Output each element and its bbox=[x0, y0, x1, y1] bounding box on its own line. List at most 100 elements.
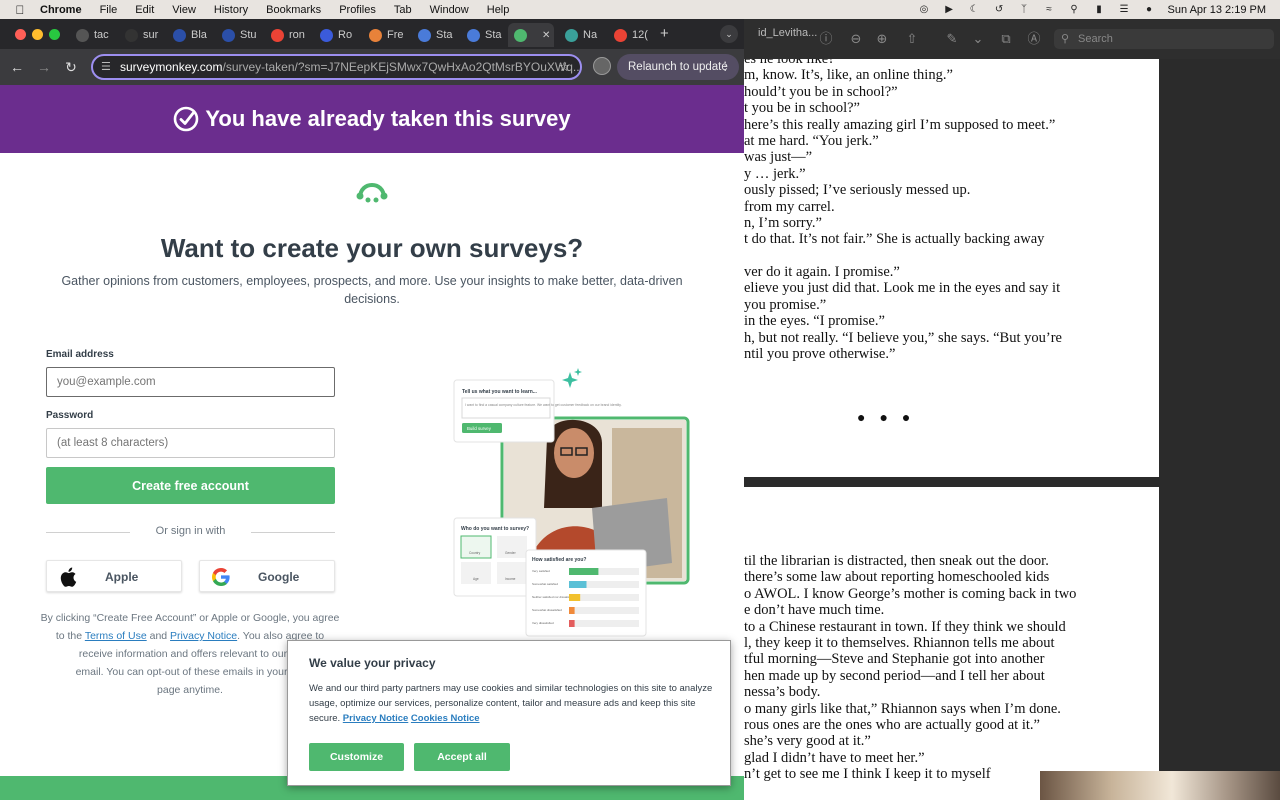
browser-tab[interactable]: Ro bbox=[314, 23, 360, 47]
terms-of-use-link[interactable]: Terms of Use bbox=[85, 630, 147, 642]
minimize-window-button[interactable] bbox=[32, 29, 43, 40]
browser-tab[interactable]: Bla bbox=[167, 23, 213, 47]
satisfaction-bar bbox=[569, 594, 581, 601]
rotate-icon[interactable]: ⧉ bbox=[998, 31, 1014, 47]
tab-favicon-icon bbox=[467, 28, 480, 42]
cookie-cookies-link[interactable]: Cookies Notice bbox=[411, 713, 480, 724]
browser-tab[interactable]: ron bbox=[265, 23, 311, 47]
tab-favicon-icon bbox=[125, 28, 138, 42]
page2-line: l, they keep it to themselves. Rhiannon … bbox=[744, 634, 1055, 651]
back-button[interactable]: ← bbox=[8, 58, 26, 76]
tab-favicon-icon bbox=[614, 28, 627, 42]
share-icon[interactable]: ⇧ bbox=[904, 31, 920, 47]
play-icon[interactable]: ▶ bbox=[943, 4, 956, 15]
menu-profiles[interactable]: Profiles bbox=[339, 4, 376, 16]
google-sign-in-button[interactable]: Google bbox=[199, 560, 335, 592]
battery-icon[interactable]: ▮ bbox=[1093, 4, 1106, 15]
menu-view[interactable]: View bbox=[172, 4, 196, 16]
tab-search-button[interactable]: ⌄ bbox=[720, 25, 738, 43]
page2-line: she’s very good at it.” bbox=[744, 733, 871, 750]
satisfaction-bar bbox=[569, 607, 575, 614]
close-tab-icon[interactable]: ✕ bbox=[542, 30, 550, 41]
zoom-in-icon[interactable]: ⊕ bbox=[874, 31, 890, 47]
chevron-down-icon[interactable]: ⌄ bbox=[970, 31, 986, 47]
siri-icon[interactable]: ● bbox=[1143, 4, 1156, 15]
page1-line: t you be in school?” bbox=[744, 100, 860, 117]
page1-line: ver do it again. I promise.” bbox=[744, 264, 900, 281]
page1-line: elieve you just did that. Look me in the… bbox=[744, 280, 1061, 297]
zoom-window-button[interactable] bbox=[49, 29, 60, 40]
tab-label: Stu bbox=[240, 29, 257, 41]
menu-app-name[interactable]: Chrome bbox=[40, 4, 82, 16]
browser-tab[interactable]: ✕ bbox=[508, 23, 554, 47]
cookie-privacy-link[interactable]: Privacy Notice bbox=[343, 713, 408, 724]
tab-favicon-icon bbox=[222, 28, 235, 42]
page2-line: nessa’s body. bbox=[744, 684, 821, 701]
tab-favicon-icon bbox=[565, 28, 578, 42]
page2-line: rous ones are the ones who are actually … bbox=[744, 716, 1040, 733]
markup-pen-icon[interactable]: ✎ bbox=[944, 31, 960, 47]
page-content: You have already taken this survey Want … bbox=[0, 85, 744, 800]
menubar-clock[interactable]: Sun Apr 13 2:19 PM bbox=[1168, 4, 1266, 16]
customize-button[interactable]: Customize bbox=[309, 743, 404, 771]
info-icon[interactable]: ⓘ bbox=[818, 31, 834, 47]
address-bar[interactable]: ☰ surveymonkey.com/survey-taken/?sm=J7NE… bbox=[91, 54, 582, 80]
reload-button[interactable]: ↻ bbox=[62, 58, 80, 76]
or-sign-in-divider: Or sign in with bbox=[46, 525, 335, 537]
page2-line: hen made up by second period—and I tell … bbox=[744, 667, 1045, 684]
browser-tab[interactable]: Fre bbox=[363, 23, 409, 47]
page2-line: there’s some law about reporting homesch… bbox=[744, 569, 1050, 586]
relaunch-to-update-button[interactable]: Relaunch to update ⋮ bbox=[617, 54, 739, 80]
reader-search-field[interactable]: ⚲ Search bbox=[1054, 29, 1274, 49]
bluetooth-icon[interactable]: ᛉ bbox=[1018, 4, 1031, 15]
divider-line-left bbox=[46, 532, 130, 533]
new-tab-button[interactable]: + bbox=[660, 25, 669, 42]
email-field[interactable] bbox=[46, 367, 335, 397]
tab-favicon-icon bbox=[76, 28, 89, 42]
profile-avatar[interactable] bbox=[593, 57, 611, 75]
airdrop-icon[interactable]: ◎ bbox=[918, 4, 931, 15]
tell-us-text: I want to find a casual company culture … bbox=[465, 403, 622, 407]
site-info-icon[interactable]: ☰ bbox=[101, 56, 111, 78]
privacy-notice-link[interactable]: Privacy Notice bbox=[170, 630, 237, 642]
page2-line: til the librarian is distracted, then sn… bbox=[744, 553, 1049, 569]
page1-line: at me hard. “You jerk.” bbox=[744, 132, 879, 149]
control-center-icon[interactable]: ☰ bbox=[1118, 4, 1131, 15]
close-window-button[interactable] bbox=[15, 29, 26, 40]
create-free-account-button[interactable]: Create free account bbox=[46, 467, 335, 504]
focus-moon-icon[interactable]: ☾ bbox=[968, 4, 981, 15]
tab-favicon-icon bbox=[369, 28, 382, 42]
cookie-body: We and our third party partners may use … bbox=[309, 681, 714, 726]
browser-tab[interactable]: tac bbox=[70, 23, 116, 47]
browser-tab[interactable]: Na bbox=[559, 23, 605, 47]
tab-label: Sta bbox=[436, 29, 453, 41]
apple-sign-in-button[interactable]: Apple bbox=[46, 560, 182, 592]
satisfaction-bar bbox=[569, 620, 575, 627]
zoom-out-icon[interactable]: ⊖ bbox=[848, 31, 864, 47]
browser-tab[interactable]: Sta bbox=[461, 23, 507, 47]
browser-tab[interactable]: sur bbox=[119, 23, 165, 47]
annotate-icon[interactable]: Ⓐ bbox=[1026, 31, 1042, 47]
menu-file[interactable]: File bbox=[100, 4, 118, 16]
menu-edit[interactable]: Edit bbox=[135, 4, 154, 16]
menu-bookmarks[interactable]: Bookmarks bbox=[266, 4, 321, 16]
forward-button[interactable]: → bbox=[35, 58, 53, 76]
book-page-1-text: es he look like? m, know. It’s, like, an … bbox=[744, 59, 1159, 362]
menu-help[interactable]: Help bbox=[487, 4, 510, 16]
time-machine-icon[interactable]: ↺ bbox=[993, 4, 1006, 15]
browser-tab[interactable]: 12( bbox=[608, 23, 654, 47]
more-menu-icon[interactable]: ⋮ bbox=[720, 54, 732, 80]
bookmark-star-icon[interactable]: ☆ bbox=[558, 56, 570, 78]
browser-tab[interactable]: Sta bbox=[412, 23, 458, 47]
menu-tab[interactable]: Tab bbox=[394, 4, 412, 16]
password-field[interactable] bbox=[46, 428, 335, 458]
page1-line: n, I’m sorry.” bbox=[744, 214, 822, 231]
menu-history[interactable]: History bbox=[214, 4, 248, 16]
accept-all-button[interactable]: Accept all bbox=[414, 743, 510, 771]
browser-toolbar: ← → ↻ ☰ surveymonkey.com/survey-taken/?s… bbox=[0, 49, 744, 85]
menu-window[interactable]: Window bbox=[430, 4, 469, 16]
browser-tab[interactable]: Stu bbox=[216, 23, 262, 47]
spotlight-search-icon[interactable]: ⚲ bbox=[1068, 4, 1081, 15]
apple-menu-icon[interactable]:  bbox=[0, 3, 40, 17]
wifi-icon[interactable]: ≈ bbox=[1043, 4, 1056, 15]
